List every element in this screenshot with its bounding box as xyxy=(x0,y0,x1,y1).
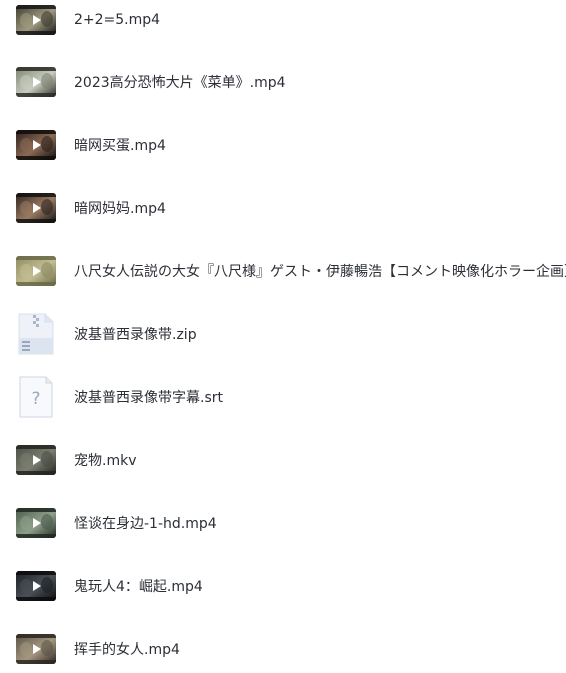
video-thumbnail-image xyxy=(16,256,56,286)
file-row[interactable]: ? 波基普西录像带字幕.srt xyxy=(0,373,566,421)
video-thumbnail xyxy=(16,445,56,475)
file-name: 波基普西录像带字幕.srt xyxy=(74,390,223,406)
video-thumbnail-image xyxy=(16,571,56,601)
file-row[interactable]: 八尺女人伝説の大女『八尺様』ゲスト・伊藤暢浩【コメント映像化ホラー企画】 xyxy=(0,247,566,295)
file-name: 波基普西录像带.zip xyxy=(74,327,197,343)
video-thumbnail xyxy=(16,256,56,286)
video-thumbnail xyxy=(16,571,56,601)
video-thumbnail xyxy=(16,130,56,160)
file-name: 八尺女人伝説の大女『八尺様』ゲスト・伊藤暢浩【コメント映像化ホラー企画】 xyxy=(74,264,566,280)
video-thumbnail-image xyxy=(16,508,56,538)
video-thumbnail xyxy=(16,5,56,35)
file-row[interactable]: 挥手的女人.mp4 xyxy=(0,625,566,673)
video-thumbnail xyxy=(16,634,56,664)
video-thumbnail-image xyxy=(16,67,56,97)
file-name: 怪谈在身边-1-hd.mp4 xyxy=(74,516,217,532)
file-row[interactable]: 宠物.mkv xyxy=(0,436,566,484)
file-name: 暗网买蛋.mp4 xyxy=(74,138,166,154)
video-thumbnail xyxy=(16,193,56,223)
file-name: 2023高分恐怖大片《菜单》.mp4 xyxy=(74,75,286,91)
file-name: 挥手的女人.mp4 xyxy=(74,642,180,658)
video-thumbnail-image xyxy=(16,634,56,664)
file-name: 暗网妈妈.mp4 xyxy=(74,201,166,217)
file-row[interactable]: 鬼玩人4：崛起.mp4 xyxy=(0,562,566,610)
file-list: 2+2=5.mp4 2023高分恐怖大片《菜单》.mp4 暗网买蛋.mp4 暗网妈妈.… xyxy=(0,0,566,671)
unknown-file-icon: ? xyxy=(16,375,56,419)
video-thumbnail xyxy=(16,67,56,97)
file-row[interactable]: 2+2=5.mp4 xyxy=(0,0,566,44)
file-row[interactable]: 2023高分恐怖大片《菜单》.mp4 xyxy=(0,58,566,106)
file-row[interactable]: 暗网妈妈.mp4 xyxy=(0,184,566,232)
video-thumbnail-image xyxy=(16,130,56,160)
svg-text:?: ? xyxy=(31,389,40,409)
video-thumbnail xyxy=(16,508,56,538)
zip-file-icon xyxy=(16,312,56,356)
file-name: 鬼玩人4：崛起.mp4 xyxy=(74,579,203,595)
file-row[interactable]: 波基普西录像带.zip xyxy=(0,310,566,358)
file-row[interactable]: 暗网买蛋.mp4 xyxy=(0,121,566,169)
video-thumbnail-image xyxy=(16,445,56,475)
file-name: 2+2=5.mp4 xyxy=(74,12,161,28)
video-thumbnail-image xyxy=(16,5,56,35)
file-name: 宠物.mkv xyxy=(74,453,137,469)
file-row[interactable]: 怪谈在身边-1-hd.mp4 xyxy=(0,499,566,547)
video-thumbnail-image xyxy=(16,193,56,223)
